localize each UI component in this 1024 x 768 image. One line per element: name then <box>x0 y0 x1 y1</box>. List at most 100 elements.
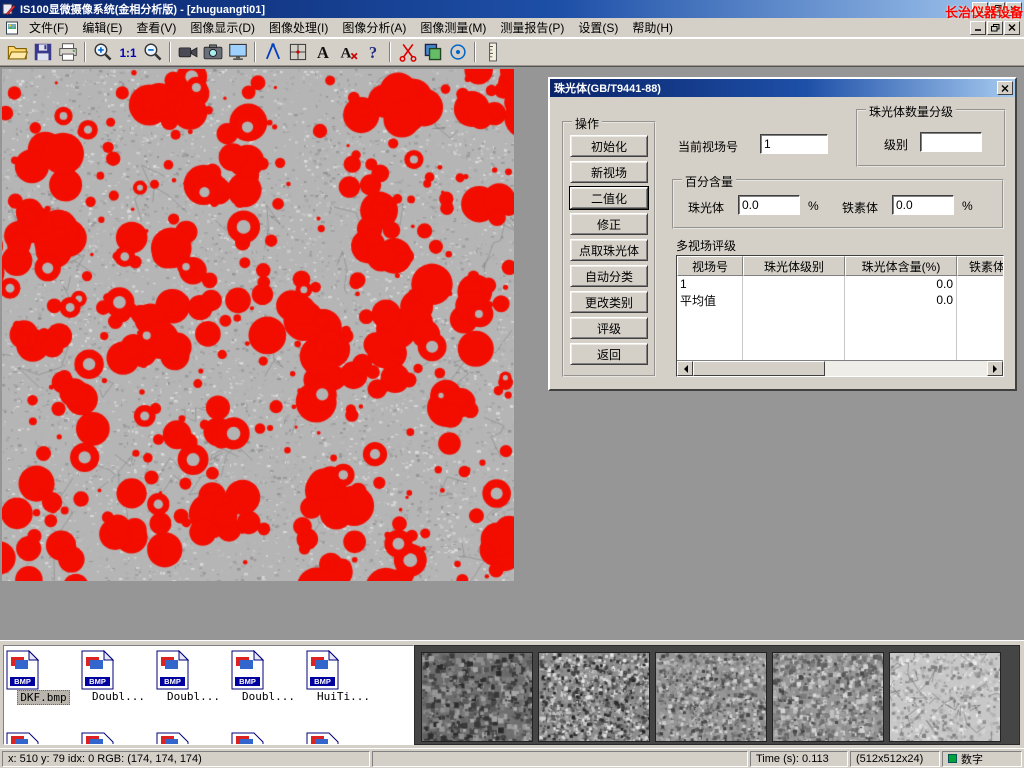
minimize-button[interactable] <box>972 2 988 16</box>
return-button[interactable]: 返回 <box>570 343 648 365</box>
zoom-in-icon <box>92 41 114 63</box>
restore-button[interactable] <box>989 2 1005 16</box>
file-item[interactable]: BMP DKF.bmp <box>6 650 81 708</box>
pearlite-label: 珠光体 <box>688 199 724 216</box>
printer-icon <box>57 41 79 63</box>
file-item[interactable] <box>156 732 231 745</box>
pick-pearlite-button[interactable]: 点取珠光体 <box>570 239 648 261</box>
scrollbar-thumb[interactable] <box>693 361 825 376</box>
auto-classify-button[interactable]: 自动分类 <box>570 265 648 287</box>
dialog-close-button[interactable] <box>997 81 1013 95</box>
caliper-button[interactable] <box>260 40 285 64</box>
bottom-panel: BMP DKF.bmp BMP Doubl... BMP Doubl... BM… <box>0 640 1024 748</box>
scroll-left-button[interactable] <box>677 361 693 376</box>
ruler-button[interactable] <box>480 40 505 64</box>
column-header-ferrite[interactable]: 铁素体 <box>957 256 1004 276</box>
marker-button[interactable] <box>445 40 470 64</box>
overlay-compare-button[interactable] <box>420 40 445 64</box>
text-a-cross-icon: A <box>337 41 359 63</box>
file-item[interactable] <box>81 732 156 745</box>
calibration-button[interactable] <box>285 40 310 64</box>
open-button[interactable] <box>5 40 30 64</box>
column-header-level[interactable]: 珠光体级别 <box>743 256 845 276</box>
mdi-minimize-button[interactable] <box>970 21 986 35</box>
text-annotate-button[interactable]: A <box>310 40 335 64</box>
menu-image-analysis[interactable]: 图像分析(A) <box>335 17 413 38</box>
save-button[interactable] <box>30 40 55 64</box>
initialize-button[interactable]: 初始化 <box>570 135 648 157</box>
bmp-file-icon <box>156 732 231 745</box>
file-name: Doubl... <box>165 690 222 703</box>
column-header-content[interactable]: 珠光体含量(%) <box>845 256 957 276</box>
menu-file[interactable]: 文件(F) <box>22 17 75 38</box>
thumbnail-4[interactable] <box>772 652 884 742</box>
one-to-one-icon: 1:1 <box>117 41 139 63</box>
print-button[interactable] <box>55 40 80 64</box>
actual-size-button[interactable]: 1:1 <box>115 40 140 64</box>
minimize-icon <box>976 6 984 13</box>
new-field-button[interactable]: 新视场 <box>570 161 648 183</box>
cell-level <box>743 276 845 292</box>
capture-button[interactable] <box>225 40 250 64</box>
save-floppy-icon <box>32 41 54 63</box>
thumbnail-1[interactable] <box>421 652 533 742</box>
status-bar: x: 510 y: 79 idx: 0 RGB: (174, 174, 174)… <box>0 748 1024 768</box>
menu-image-display[interactable]: 图像显示(D) <box>183 17 262 38</box>
menu-edit[interactable]: 编辑(E) <box>75 17 129 38</box>
thumbnail-3[interactable] <box>655 652 767 742</box>
zoom-out-button[interactable] <box>140 40 165 64</box>
table-row[interactable]: 1 0.0 <box>677 276 1003 292</box>
operation-group-label: 操作 <box>572 115 602 132</box>
mdi-close-button[interactable] <box>1004 21 1020 35</box>
file-item[interactable]: BMP Doubl... <box>81 650 156 706</box>
table-horizontal-scrollbar[interactable] <box>677 360 1003 376</box>
table-row[interactable]: 平均值 0.0 <box>677 292 1003 308</box>
close-button[interactable] <box>1006 2 1022 16</box>
menu-view[interactable]: 查看(V) <box>129 17 183 38</box>
mode-label: 数字 <box>961 751 983 767</box>
file-item[interactable]: BMP Doubl... <box>231 650 306 706</box>
scroll-right-button[interactable] <box>987 361 1003 376</box>
scrollbar-track[interactable] <box>693 361 987 376</box>
mdi-restore-button[interactable] <box>987 21 1003 35</box>
level-label: 级别 <box>884 136 908 153</box>
binarize-button[interactable]: 二值化 <box>570 187 648 209</box>
bmp-file-icon: BMP <box>6 650 81 690</box>
pearlite-percent-input[interactable] <box>738 195 800 215</box>
text-attribute-button[interactable]: A <box>335 40 360 64</box>
dialog-title-bar[interactable]: 珠光体(GB/T9441-88) <box>550 79 1015 97</box>
level-input[interactable] <box>920 132 982 152</box>
zoom-in-button[interactable] <box>90 40 115 64</box>
file-item[interactable]: BMP HuiTi... <box>306 650 381 706</box>
correct-button[interactable]: 修正 <box>570 213 648 235</box>
menu-image-measure[interactable]: 图像测量(M) <box>413 17 493 38</box>
video-camera-button[interactable] <box>175 40 200 64</box>
current-field-input[interactable] <box>760 134 828 154</box>
rate-button[interactable]: 评级 <box>570 317 648 339</box>
help-button[interactable]: ? <box>360 40 385 64</box>
column-header-field[interactable]: 视场号 <box>677 256 743 276</box>
current-field-label: 当前视场号 <box>678 138 738 155</box>
file-item[interactable] <box>6 732 81 745</box>
file-item[interactable] <box>306 732 381 745</box>
video-camera-icon <box>177 41 199 63</box>
thumbnail-5[interactable] <box>889 652 1001 742</box>
svg-text:A: A <box>340 46 351 62</box>
file-name: Doubl... <box>90 690 147 703</box>
menu-image-processing[interactable]: 图像处理(I) <box>262 17 335 38</box>
file-name: DKF.bmp <box>17 690 69 705</box>
bmp-file-icon <box>231 732 306 745</box>
metallographic-image[interactable] <box>2 69 514 581</box>
menu-measure-report[interactable]: 测量报告(P) <box>493 17 571 38</box>
cut-button[interactable] <box>395 40 420 64</box>
menu-help[interactable]: 帮助(H) <box>625 17 680 38</box>
file-item[interactable]: BMP Doubl... <box>156 650 231 706</box>
camera-button[interactable] <box>200 40 225 64</box>
percentage-group-label: 百分含量 <box>682 173 736 190</box>
file-item[interactable] <box>231 732 306 745</box>
menu-settings[interactable]: 设置(S) <box>571 17 625 38</box>
change-category-button[interactable]: 更改类别 <box>570 291 648 313</box>
svg-text:?: ? <box>368 43 376 62</box>
ferrite-percent-input[interactable] <box>892 195 954 215</box>
thumbnail-2[interactable] <box>538 652 650 742</box>
